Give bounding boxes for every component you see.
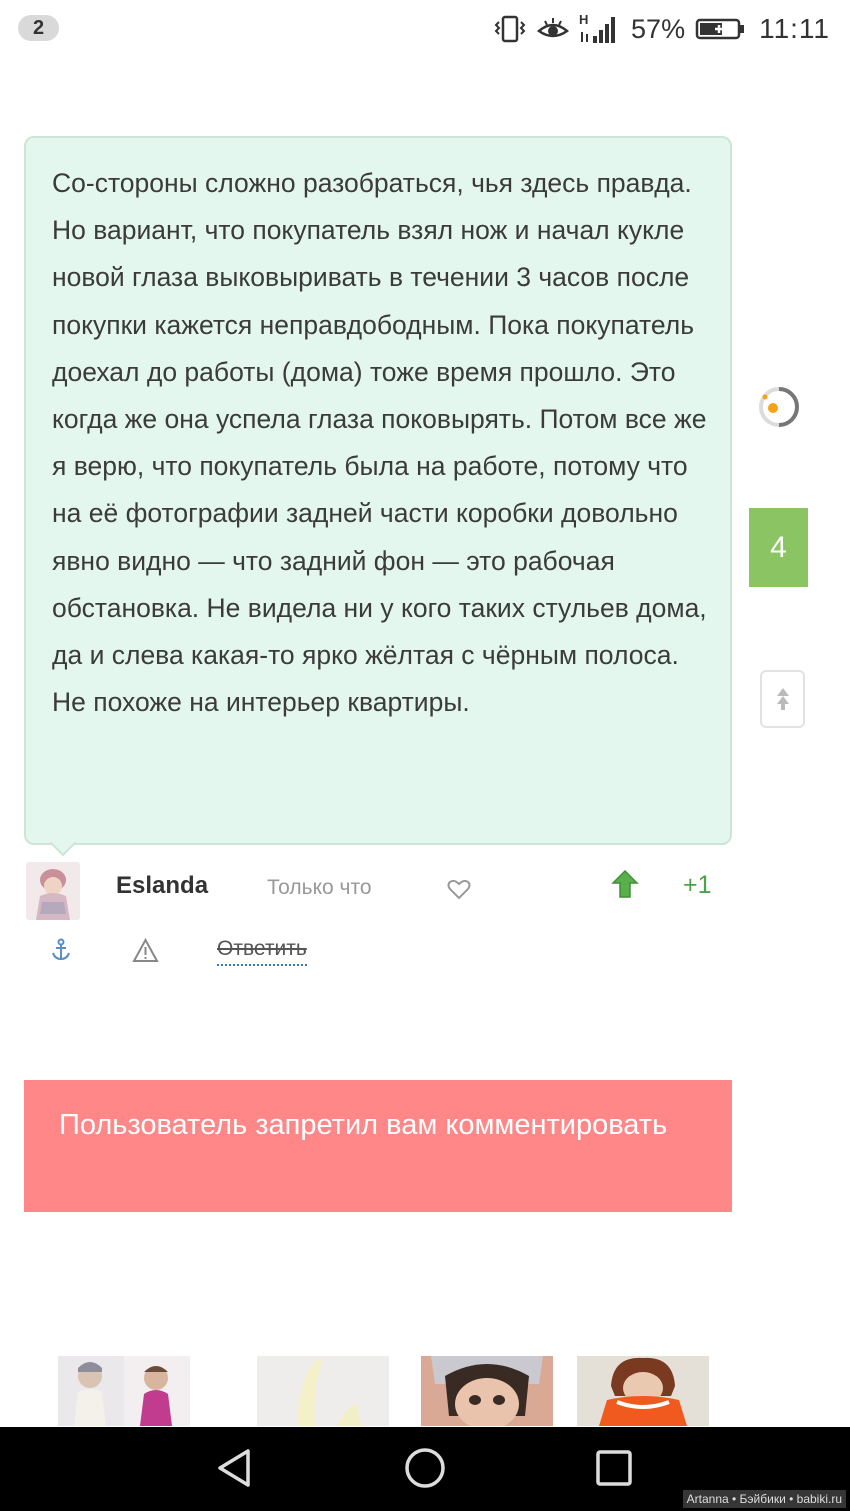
- clock: 11:11: [759, 13, 830, 44]
- bubble-tail: [50, 842, 76, 856]
- anchor-icon[interactable]: [50, 938, 72, 962]
- double-arrow-up-icon: [776, 688, 789, 710]
- status-icons: H 57% 11:11: [493, 12, 830, 46]
- signal-icon: H: [579, 12, 621, 44]
- status-bar: 2 H 57% 11:11: [0, 0, 850, 58]
- heart-icon[interactable]: [447, 878, 471, 900]
- comment-text: Со-стороны сложно разобраться, чья здесь…: [52, 168, 707, 718]
- related-thumbnail[interactable]: [421, 1356, 553, 1426]
- related-thumbnail[interactable]: [577, 1356, 709, 1426]
- notification-count-badge: 2: [18, 15, 59, 41]
- related-thumbnail[interactable]: [58, 1356, 190, 1426]
- vibrate-icon: [494, 15, 526, 43]
- comment-time: Только что: [267, 876, 372, 899]
- system-navigation-bar: Artanna • Бэйбики • babiki.ru: [0, 1427, 850, 1511]
- back-icon[interactable]: [214, 1447, 256, 1489]
- scroll-to-top-button[interactable]: [760, 670, 805, 728]
- watermark: Artanna • Бэйбики • babiki.ru: [682, 1490, 846, 1508]
- battery-percent: 57%: [631, 13, 686, 44]
- comment-bubble: Со-стороны сложно разобраться, чья здесь…: [24, 136, 732, 845]
- author-avatar[interactable]: [26, 862, 80, 920]
- comment-count-box[interactable]: 4: [749, 508, 808, 587]
- home-icon[interactable]: [403, 1446, 447, 1490]
- warning-icon[interactable]: [132, 938, 159, 963]
- battery-charging-icon: [695, 18, 745, 40]
- comment-ban-notice: Пользователь запретил вам комментировать: [24, 1080, 732, 1212]
- reply-link[interactable]: Ответить: [217, 936, 307, 966]
- recent-apps-icon[interactable]: [594, 1448, 634, 1488]
- loading-spinner-icon: [759, 387, 800, 427]
- ban-notice-text: Пользователь запретил вам комментировать: [59, 1109, 668, 1141]
- author-name[interactable]: Eslanda: [116, 872, 208, 900]
- eye-comfort-icon: [537, 18, 570, 38]
- vote-score: +1: [683, 871, 712, 899]
- vote-up-arrow-icon[interactable]: [611, 869, 639, 899]
- related-thumbnail[interactable]: [257, 1356, 389, 1426]
